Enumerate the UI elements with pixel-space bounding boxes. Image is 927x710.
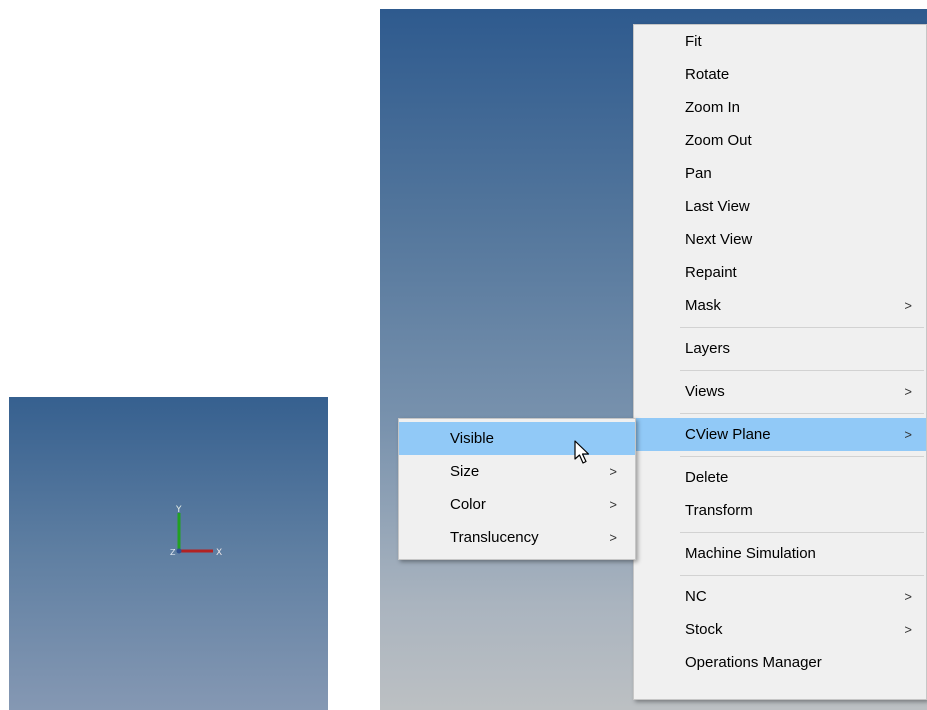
context-menu: Fit Rotate Zoom In Zoom Out Pan Last View Next… bbox=[633, 24, 927, 700]
menu-item-size[interactable]: Size > bbox=[399, 455, 635, 488]
menu-item-label: Zoom In bbox=[685, 99, 741, 116]
menu-item-zoom-out[interactable]: Zoom Out bbox=[634, 124, 926, 157]
menu-item-next-view[interactable]: Next View bbox=[634, 223, 926, 256]
menu-item-label: Translucency bbox=[450, 529, 539, 546]
menu-item-label: Stock bbox=[685, 621, 723, 638]
x-axis-label: X bbox=[216, 548, 222, 558]
menu-separator bbox=[680, 575, 924, 576]
menu-item-label: Delete bbox=[685, 469, 729, 486]
menu-item-label: Mask bbox=[685, 297, 721, 314]
menu-item-label: Repaint bbox=[685, 264, 737, 281]
menu-item-transform[interactable]: Transform bbox=[634, 494, 926, 527]
axis-triad-icon: Y X Z bbox=[170, 505, 222, 558]
menu-item-label: Transform bbox=[685, 502, 753, 519]
menu-item-cview-plane[interactable]: CView Plane > bbox=[634, 418, 926, 451]
menu-item-last-view[interactable]: Last View bbox=[634, 190, 926, 223]
menu-separator bbox=[680, 413, 924, 414]
menu-item-label: NC bbox=[685, 588, 707, 605]
menu-item-label: Layers bbox=[685, 340, 731, 357]
menu-item-label: Zoom Out bbox=[685, 132, 752, 149]
menu-item-label: CView Plane bbox=[685, 426, 771, 443]
menu-item-label: Views bbox=[685, 383, 725, 400]
submenu-arrow-icon: > bbox=[904, 384, 912, 399]
menu-item-delete[interactable]: Delete bbox=[634, 461, 926, 494]
menu-item-rotate[interactable]: Rotate bbox=[634, 58, 926, 91]
submenu-arrow-icon: > bbox=[609, 464, 617, 479]
z-axis-label: Z bbox=[170, 548, 176, 557]
menu-item-zoom-in[interactable]: Zoom In bbox=[634, 91, 926, 124]
menu-separator bbox=[680, 370, 924, 371]
menu-item-visible[interactable]: Visible bbox=[399, 422, 635, 455]
menu-item-label: Next View bbox=[685, 231, 753, 248]
menu-item-translucency[interactable]: Translucency > bbox=[399, 521, 635, 554]
submenu-arrow-icon: > bbox=[609, 530, 617, 545]
menu-item-label: Operations Manager bbox=[685, 654, 822, 671]
menu-item-label: Color bbox=[450, 496, 486, 513]
menu-separator bbox=[680, 532, 924, 533]
submenu-arrow-icon: > bbox=[904, 298, 912, 313]
menu-item-layers[interactable]: Layers bbox=[634, 332, 926, 365]
menu-separator bbox=[680, 327, 924, 328]
menu-item-fit[interactable]: Fit bbox=[634, 25, 926, 58]
menu-item-repaint[interactable]: Repaint bbox=[634, 256, 926, 289]
submenu-arrow-icon: > bbox=[904, 427, 912, 442]
menu-item-nc[interactable]: NC > bbox=[634, 580, 926, 613]
menu-item-views[interactable]: Views > bbox=[634, 375, 926, 408]
menu-item-label: Size bbox=[450, 463, 480, 480]
graphics-viewport-thumbnail[interactable]: Y X Z bbox=[9, 397, 328, 710]
menu-item-label: Rotate bbox=[685, 66, 730, 83]
menu-item-color[interactable]: Color > bbox=[399, 488, 635, 521]
y-axis-label: Y bbox=[175, 505, 182, 515]
menu-item-operations-manager[interactable]: Operations Manager bbox=[634, 646, 926, 679]
menu-item-label: Fit bbox=[685, 33, 702, 50]
submenu-arrow-icon: > bbox=[904, 622, 912, 637]
mouse-pointer-icon bbox=[574, 440, 590, 464]
submenu-arrow-icon: > bbox=[609, 497, 617, 512]
menu-item-label: Pan bbox=[685, 165, 712, 182]
menu-item-label: Machine Simulation bbox=[685, 545, 816, 562]
menu-separator bbox=[680, 456, 924, 457]
submenu-arrow-icon: > bbox=[904, 589, 912, 604]
menu-item-mask[interactable]: Mask > bbox=[634, 289, 926, 322]
cview-plane-submenu: Visible Size > Color > Translucency > bbox=[398, 418, 636, 560]
menu-item-label: Last View bbox=[685, 198, 750, 215]
menu-item-stock[interactable]: Stock > bbox=[634, 613, 926, 646]
menu-item-label: Visible bbox=[450, 430, 494, 447]
z-axis-dot bbox=[176, 548, 182, 554]
menu-item-pan[interactable]: Pan bbox=[634, 157, 926, 190]
menu-item-machine-simulation[interactable]: Machine Simulation bbox=[634, 537, 926, 570]
